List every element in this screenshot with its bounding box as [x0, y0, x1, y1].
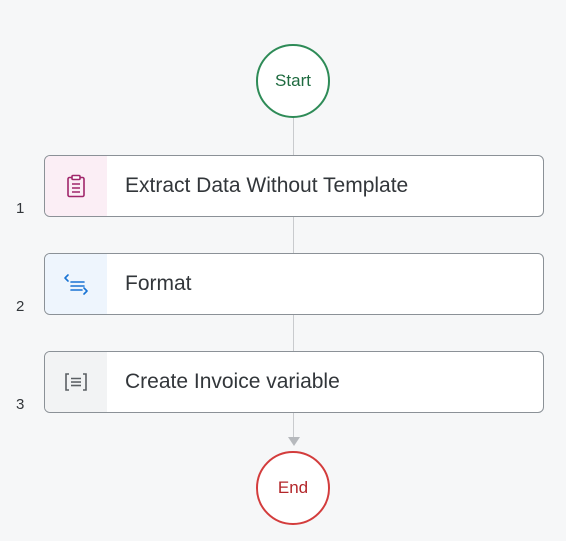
format-code-icon [64, 274, 88, 295]
connector-start-to-step-1 [293, 118, 294, 155]
step-label: Extract Data Without Template [125, 174, 409, 197]
connector-step-3-to-end [293, 413, 294, 439]
step-icon-box [45, 156, 107, 216]
step-number: 3 [16, 396, 25, 413]
step-row-3: 3 Create Invoice variable [0, 351, 566, 415]
step-icon-box [45, 254, 107, 314]
end-node[interactable]: End [256, 451, 330, 525]
step-row-2: 2 Format [0, 253, 566, 317]
step-card-create-invoice-variable[interactable]: Create Invoice variable [44, 351, 544, 413]
connector-step-2-to-step-3 [293, 315, 294, 351]
clipboard-icon [67, 174, 85, 198]
step-card-extract-data[interactable]: Extract Data Without Template [44, 155, 544, 217]
flow-canvas: Start 1 Extract Data Without Template 2 [0, 0, 566, 541]
step-number: 1 [16, 200, 25, 217]
start-node[interactable]: Start [256, 44, 330, 118]
connector-arrow-head [288, 437, 300, 446]
step-number: 2 [16, 298, 25, 315]
step-row-1: 1 Extract Data Without Template [0, 155, 566, 219]
step-card-format[interactable]: Format [44, 253, 544, 315]
connector-step-1-to-step-2 [293, 217, 294, 253]
step-label: Format [125, 272, 192, 295]
start-label: Start [275, 71, 311, 90]
step-label: Create Invoice variable [125, 370, 340, 393]
step-icon-box [45, 352, 107, 412]
end-label: End [277, 478, 309, 497]
variable-icon [65, 373, 87, 391]
